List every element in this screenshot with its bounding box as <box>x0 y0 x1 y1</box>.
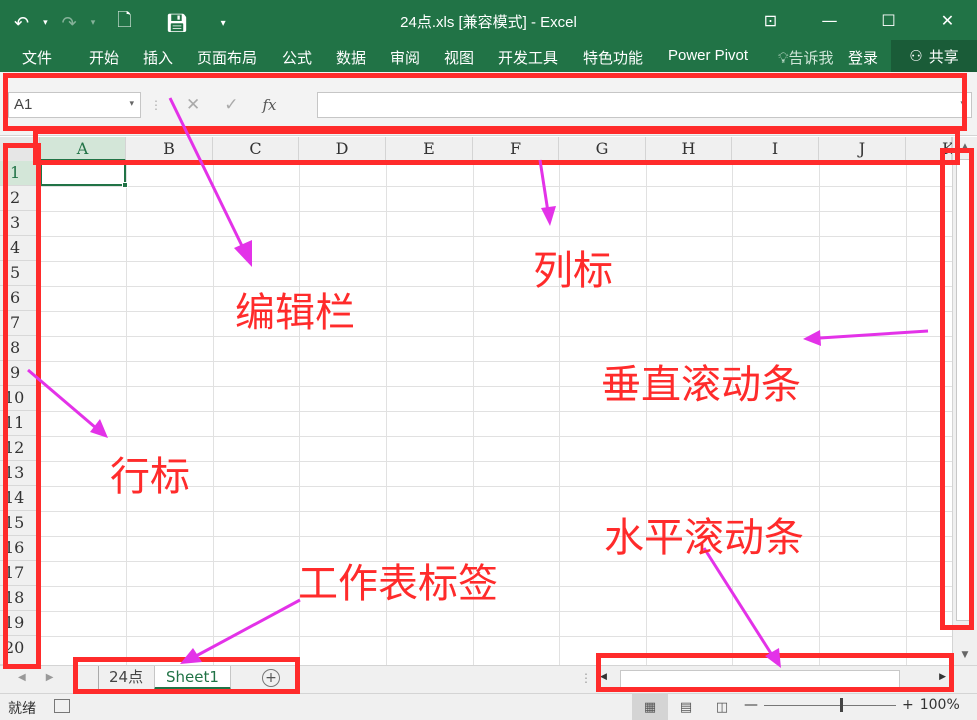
zoom-level[interactable]: 100% <box>920 697 960 713</box>
window-controls: ⊡ — ☐ ✕ <box>741 0 977 40</box>
prev-sheet-icon[interactable]: ◀ <box>18 672 26 683</box>
label-formula-bar: 编辑栏 <box>235 290 355 336</box>
grid-line <box>40 386 952 387</box>
grid-line <box>40 286 952 287</box>
annotation-box-formula-bar <box>3 73 967 131</box>
tab-insert[interactable]: 插入 <box>143 47 173 68</box>
zoom-slider-knob[interactable] <box>840 697 843 712</box>
lightbulb-icon: 💡︎ <box>778 49 789 67</box>
zoom-control: — + 100% <box>744 697 960 713</box>
tab-page-layout[interactable]: 页面布局 <box>197 47 257 68</box>
macro-record-icon[interactable] <box>54 699 70 713</box>
tab-view[interactable]: 视图 <box>444 47 474 68</box>
grid-line <box>40 361 952 362</box>
grid-line <box>40 636 952 637</box>
close-icon[interactable]: ✕ <box>918 0 977 40</box>
share-button[interactable]: ⚇ 共享 <box>891 40 977 72</box>
sign-in-link[interactable]: 登录 <box>848 47 878 68</box>
scroll-down-icon[interactable]: ▼ <box>953 645 977 665</box>
grid-line <box>40 311 952 312</box>
view-buttons: ▦ ▤ ◫ <box>632 694 740 720</box>
grid-line <box>40 511 952 512</box>
grid-line <box>40 186 952 187</box>
grid-line <box>40 261 952 262</box>
grid-line <box>40 611 952 612</box>
annotation-box-vscroll <box>940 148 974 630</box>
annotation-box-hscroll <box>596 653 954 692</box>
label-vscroll: 垂直滚动条 <box>601 362 801 408</box>
tab-power-pivot[interactable]: Power Pivot <box>668 47 748 64</box>
minimize-icon[interactable]: — <box>800 0 859 40</box>
tab-special-features[interactable]: 特色功能 <box>583 47 643 68</box>
label-hscroll: 水平滚动条 <box>604 515 804 561</box>
grid-line <box>40 211 952 212</box>
grid-line <box>40 436 952 437</box>
ribbon-display-options-icon[interactable]: ⊡ <box>741 0 800 40</box>
grid-line <box>40 536 952 537</box>
normal-view-icon[interactable]: ▦ <box>632 694 668 720</box>
grid-line <box>40 236 952 237</box>
grid-line <box>40 336 952 337</box>
tab-data[interactable]: 数据 <box>336 47 366 68</box>
annotation-box-column-header <box>33 129 960 165</box>
next-sheet-icon[interactable]: ▶ <box>46 672 54 683</box>
label-column-header: 列标 <box>533 248 613 294</box>
grid-line <box>40 411 952 412</box>
label-row-header: 行标 <box>110 454 190 500</box>
fill-handle[interactable] <box>122 182 128 188</box>
sheet-nav: ◀ ▶ <box>18 672 53 683</box>
tab-review[interactable]: 审阅 <box>390 47 420 68</box>
maximize-icon[interactable]: ☐ <box>859 0 918 40</box>
tell-me-search[interactable]: 💡︎告诉我 <box>778 47 834 68</box>
annotation-box-sheet-tabs <box>73 657 300 694</box>
page-break-view-icon[interactable]: ◫ <box>704 694 740 720</box>
ribbon-tabs: 文件 开始 插入 页面布局 公式 数据 审阅 视图 开发工具 特色功能 Powe… <box>0 40 977 72</box>
split-handle-icon[interactable]: ⋮ <box>580 671 592 685</box>
tab-home[interactable]: 开始 <box>89 47 119 68</box>
label-sheet-tabs: 工作表标签 <box>298 561 498 607</box>
zoom-slider[interactable] <box>764 697 896 712</box>
annotation-box-row-header <box>3 143 41 669</box>
tab-file[interactable]: 文件 <box>22 47 52 68</box>
title-bar: ↶ ▾ ↷ ▾ 🗋 💾︎ ▾ 24点.xls [兼容模式] - Excel ⊡ … <box>0 0 977 40</box>
status-text: 就绪 <box>8 701 36 717</box>
tab-formulas[interactable]: 公式 <box>282 47 312 68</box>
zoom-in-icon[interactable]: + <box>902 697 914 713</box>
person-icon: ⚇ <box>909 47 923 65</box>
zoom-out-icon[interactable]: — <box>744 697 758 713</box>
page-layout-view-icon[interactable]: ▤ <box>668 694 704 720</box>
tab-developer[interactable]: 开发工具 <box>498 47 558 68</box>
status-bar: 就绪 ▦ ▤ ◫ — + 100% <box>0 693 977 720</box>
